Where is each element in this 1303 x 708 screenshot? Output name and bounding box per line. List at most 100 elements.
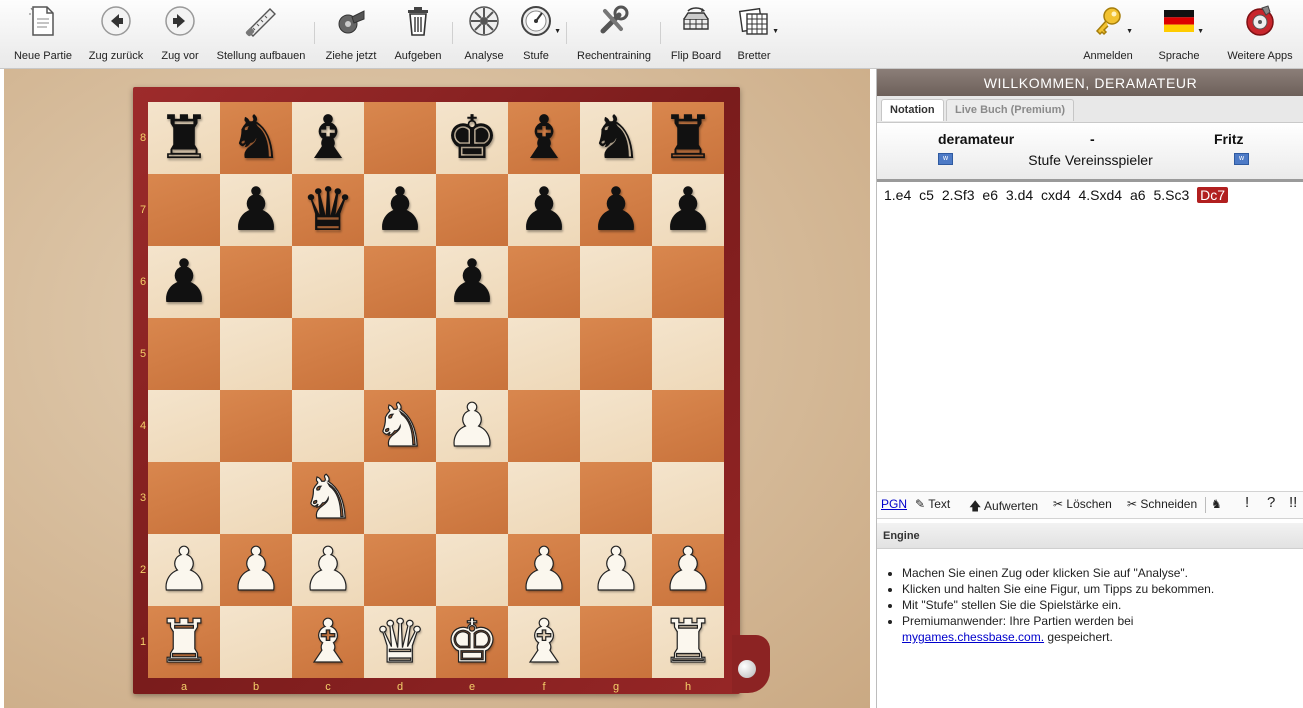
level-button[interactable]: ▼ Stufe	[516, 4, 561, 66]
move[interactable]: 1.e4	[884, 187, 911, 203]
white-bishop-icon[interactable]: ♝	[300, 611, 355, 672]
square-d5[interactable]	[364, 318, 436, 390]
move-forward-button[interactable]: Zug vor	[158, 4, 202, 66]
square-g5[interactable]	[580, 318, 652, 390]
square-h7[interactable]: ♟	[652, 174, 724, 246]
chess-pieces-icon[interactable]: ♞	[1211, 497, 1222, 511]
move[interactable]: a6	[1130, 187, 1146, 203]
square-e4[interactable]: ♟	[436, 390, 508, 462]
square-a6[interactable]: ♟	[148, 246, 220, 318]
square-a3[interactable]	[148, 462, 220, 534]
square-g7[interactable]: ♟	[580, 174, 652, 246]
move-back-button[interactable]: Zug zurück	[86, 4, 146, 66]
annotation-good-button[interactable]: !	[1245, 494, 1249, 511]
square-g1[interactable]	[580, 606, 652, 678]
square-f5[interactable]	[508, 318, 580, 390]
square-a4[interactable]	[148, 390, 220, 462]
square-f1[interactable]: ♝	[508, 606, 580, 678]
square-e7[interactable]	[436, 174, 508, 246]
cut-button[interactable]: ✂ Schneiden	[1127, 497, 1197, 511]
square-h8[interactable]: ♜	[652, 102, 724, 174]
black-pawn-icon[interactable]: ♟	[373, 180, 427, 240]
white-queen-icon[interactable]: ♛	[372, 611, 427, 672]
square-a5[interactable]	[148, 318, 220, 390]
square-d3[interactable]	[364, 462, 436, 534]
square-b2[interactable]: ♟	[220, 534, 292, 606]
square-c6[interactable]	[292, 246, 364, 318]
current-move[interactable]: Dc7	[1197, 187, 1229, 203]
square-b6[interactable]	[220, 246, 292, 318]
square-g6[interactable]	[580, 246, 652, 318]
square-b7[interactable]: ♟	[220, 174, 292, 246]
square-e1[interactable]: ♚	[436, 606, 508, 678]
black-rook-icon[interactable]: ♜	[661, 108, 715, 168]
square-b4[interactable]	[220, 390, 292, 462]
square-d7[interactable]: ♟	[364, 174, 436, 246]
square-c1[interactable]: ♝	[292, 606, 364, 678]
black-knight-icon[interactable]: ♞	[589, 108, 643, 168]
square-b1[interactable]	[220, 606, 292, 678]
square-h1[interactable]: ♜	[652, 606, 724, 678]
square-a7[interactable]	[148, 174, 220, 246]
setup-position-button[interactable]: Stellung aufbauen	[216, 4, 306, 66]
square-f7[interactable]: ♟	[508, 174, 580, 246]
square-d2[interactable]	[364, 534, 436, 606]
square-d8[interactable]	[364, 102, 436, 174]
chessboard[interactable]: ♜ ♞ ♝ ♚ ♝ ♞ ♜ ♟ ♛ ♟ ♟ ♟ ♟ ♟ ♟ ♞ ♟ ♞ ♟ ♟ ♟ ♟ ♟ ♟ ♜ ♝ ♛ ♚ ♝ ♜	[148, 102, 724, 678]
promote-button[interactable]: 🡅 Aufwerten	[969, 497, 1038, 518]
white-king-icon[interactable]: ♚	[444, 611, 499, 672]
square-d1[interactable]: ♛	[364, 606, 436, 678]
square-g8[interactable]: ♞	[580, 102, 652, 174]
black-king-icon[interactable]: ♚	[445, 108, 499, 168]
square-d4[interactable]: ♞	[364, 390, 436, 462]
white-pawn-icon[interactable]: ♟	[156, 539, 211, 600]
white-pawn-icon[interactable]: ♟	[300, 539, 355, 600]
flip-board-button[interactable]: Flip Board	[670, 4, 722, 66]
tab-live-book[interactable]: Live Buch (Premium)	[946, 99, 1075, 121]
square-b8[interactable]: ♞	[220, 102, 292, 174]
square-g2[interactable]: ♟	[580, 534, 652, 606]
black-pawn-icon[interactable]: ♟	[661, 180, 715, 240]
square-f2[interactable]: ♟	[508, 534, 580, 606]
square-f4[interactable]	[508, 390, 580, 462]
square-d6[interactable]	[364, 246, 436, 318]
move-now-button[interactable]: Ziehe jetzt	[324, 4, 378, 66]
white-knight-icon[interactable]: ♞	[372, 395, 427, 456]
square-b3[interactable]	[220, 462, 292, 534]
white-knight-icon[interactable]: ♞	[300, 467, 355, 528]
white-pawn-icon[interactable]: ♟	[660, 539, 715, 600]
annotation-bad-button[interactable]: ?	[1267, 494, 1275, 511]
square-c3[interactable]: ♞	[292, 462, 364, 534]
black-bishop-icon[interactable]: ♝	[301, 108, 355, 168]
square-h4[interactable]	[652, 390, 724, 462]
square-c8[interactable]: ♝	[292, 102, 364, 174]
move[interactable]: e6	[982, 187, 998, 203]
square-e2[interactable]	[436, 534, 508, 606]
move[interactable]: 5.Sc3	[1153, 187, 1189, 203]
white-pawn-icon[interactable]: ♟	[588, 539, 643, 600]
move[interactable]: c5	[919, 187, 934, 203]
boards-button[interactable]: ▼ Bretter	[734, 4, 779, 66]
language-button[interactable]: ▼ Sprache	[1156, 4, 1204, 66]
black-pawn-icon[interactable]: ♟	[157, 252, 211, 312]
white-pawn-icon[interactable]: ♟	[516, 539, 571, 600]
delete-button[interactable]: ✂ Löschen	[1053, 497, 1112, 511]
annotation-brilliant-button[interactable]: !!	[1289, 494, 1297, 511]
move[interactable]: 3.d4	[1006, 187, 1033, 203]
login-button[interactable]: ▼ Anmelden	[1082, 4, 1134, 66]
square-f6[interactable]	[508, 246, 580, 318]
square-a2[interactable]: ♟	[148, 534, 220, 606]
square-f3[interactable]	[508, 462, 580, 534]
square-g3[interactable]	[580, 462, 652, 534]
white-rook-icon[interactable]: ♜	[660, 611, 715, 672]
black-knight-icon[interactable]: ♞	[229, 108, 283, 168]
text-button[interactable]: ✎ Text	[915, 497, 950, 511]
square-a8[interactable]: ♜	[148, 102, 220, 174]
square-h6[interactable]	[652, 246, 724, 318]
square-e3[interactable]	[436, 462, 508, 534]
square-c7[interactable]: ♛	[292, 174, 364, 246]
analysis-button[interactable]: Analyse	[462, 4, 506, 66]
resign-button[interactable]: Aufgeben	[392, 4, 444, 66]
black-queen-icon[interactable]: ♛	[301, 180, 355, 240]
square-e6[interactable]: ♟	[436, 246, 508, 318]
